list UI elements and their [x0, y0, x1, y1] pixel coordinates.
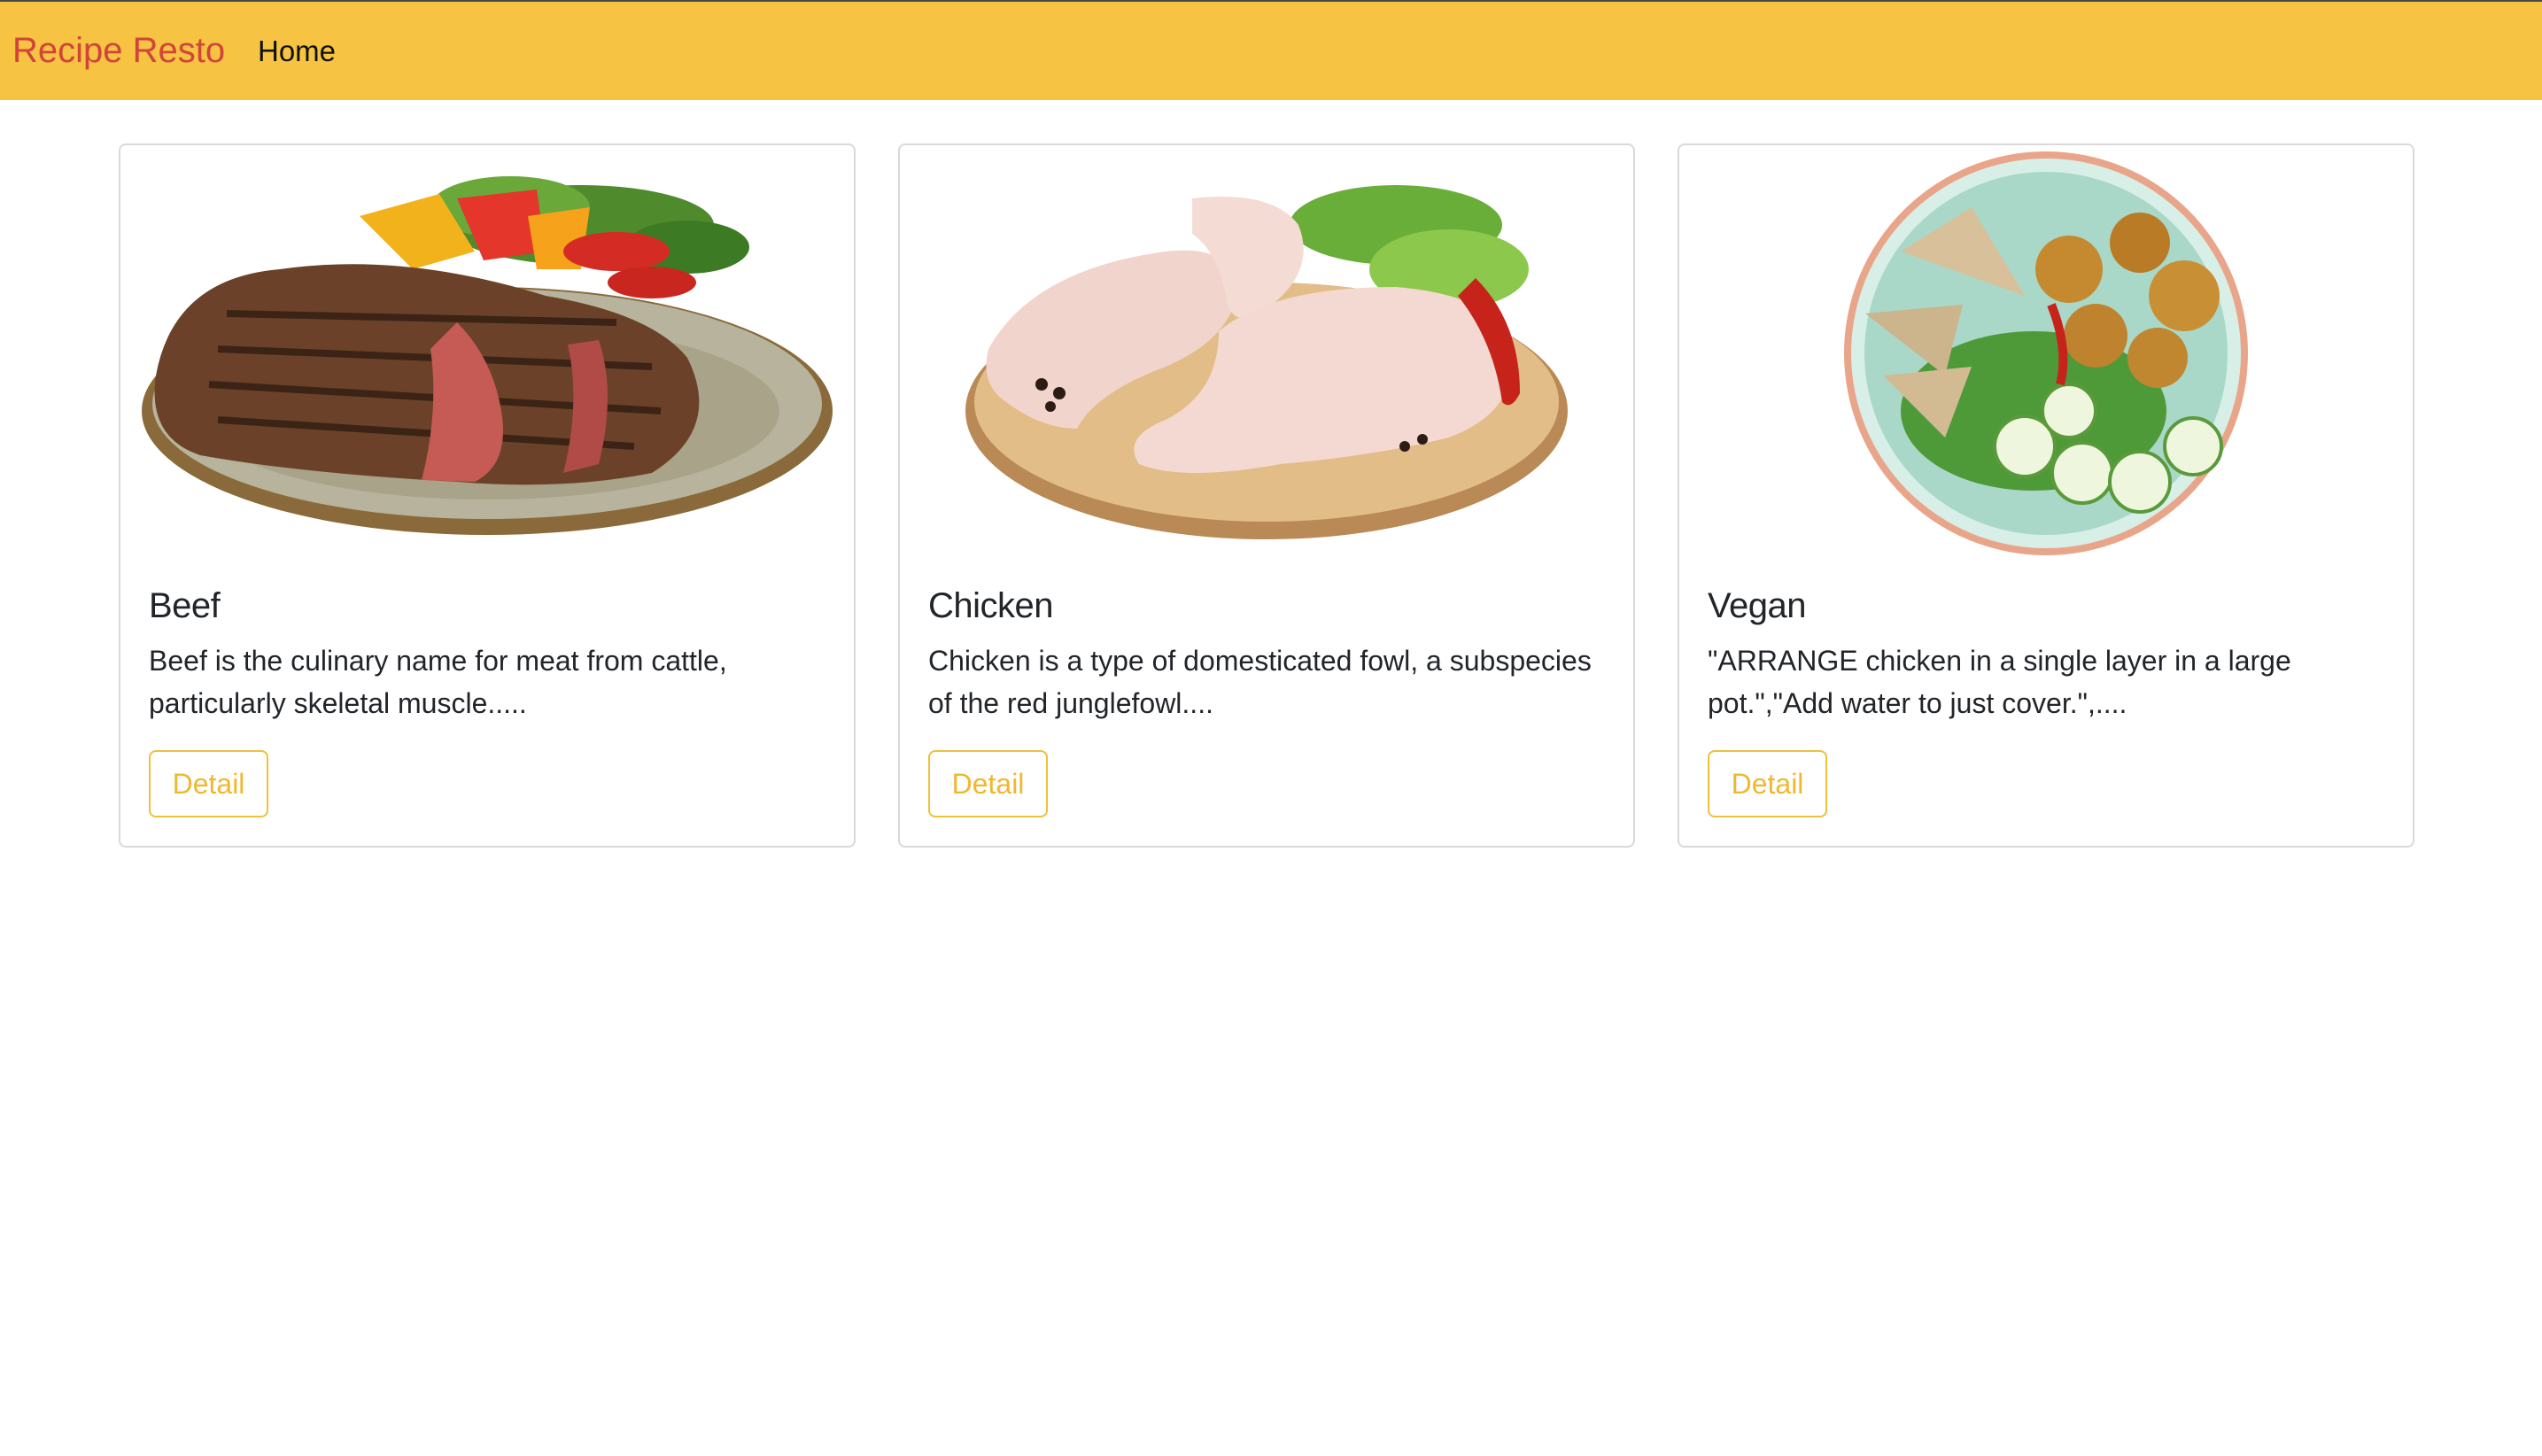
brand-link[interactable]: Recipe Resto — [12, 28, 225, 73]
category-card-vegan: Vegan "ARRANGE chicken in a single layer… — [1678, 143, 2414, 848]
navbar: Recipe Resto Home — [0, 0, 2542, 100]
card-title: Vegan — [1708, 586, 1806, 625]
detail-button-chicken[interactable]: Detail — [928, 750, 1048, 817]
category-card-beef: Beef Beef is the culinary name for meat … — [119, 143, 856, 848]
chicken-image — [965, 185, 1568, 539]
detail-button-beef[interactable]: Detail — [149, 750, 268, 817]
card-description: Chicken is a type of domesticated fowl, … — [928, 645, 1592, 719]
card-description: "ARRANGE chicken in a single layer in a … — [1708, 645, 2291, 719]
detail-button-vegan[interactable]: Detail — [1708, 750, 1827, 817]
card-description: Beef is the culinary name for meat from … — [149, 645, 727, 719]
category-card-chicken: Chicken Chicken is a type of domesticate… — [898, 143, 1635, 848]
vegan-image — [1844, 151, 2248, 555]
beef-image — [142, 176, 833, 535]
nav-link-home[interactable]: Home — [258, 32, 336, 71]
card-title: Chicken — [928, 586, 1054, 625]
card-title: Beef — [149, 586, 221, 625]
